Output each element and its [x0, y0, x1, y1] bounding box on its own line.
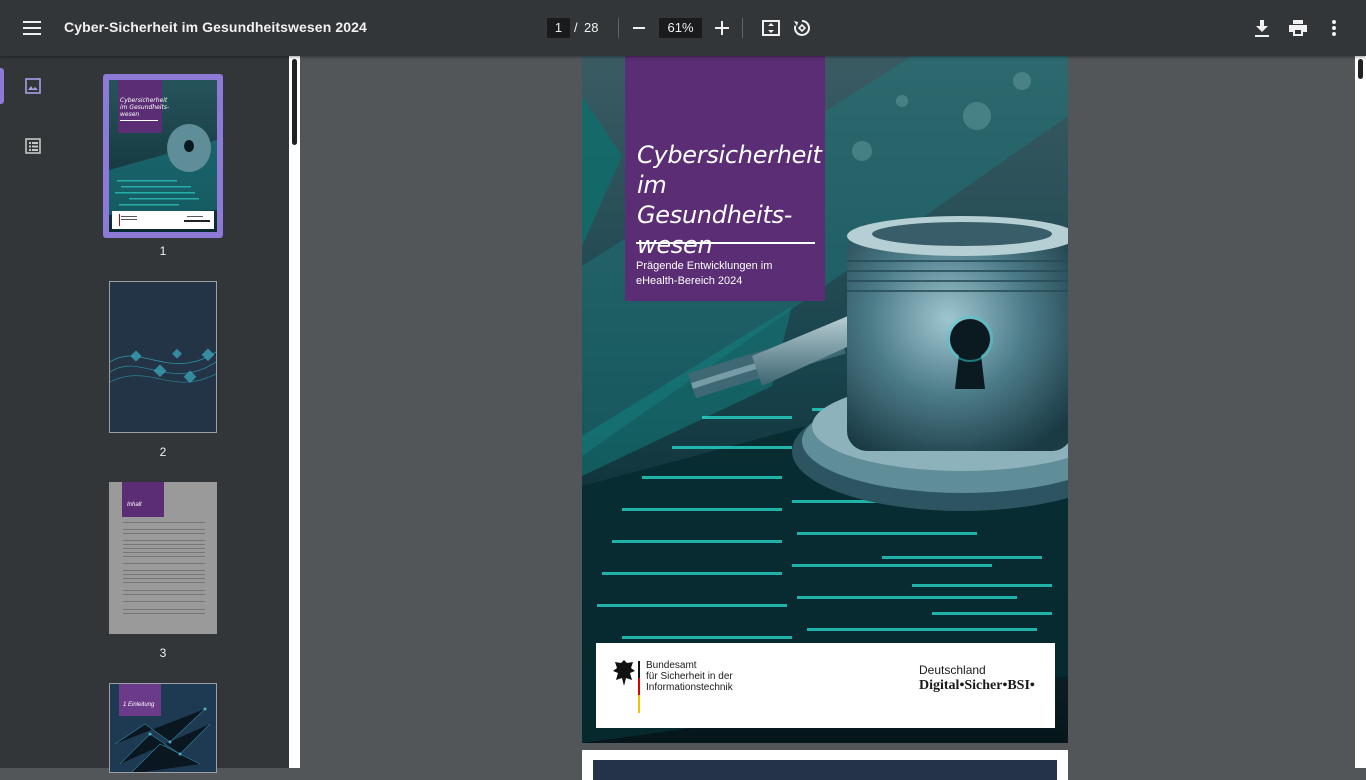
thumbnail-cover-image: Cybersicherheit im Gesundheits- wesen	[109, 80, 217, 232]
brand-main: Digital•Sicher•BSI•	[919, 678, 1035, 693]
cover-footer-logos: Bundesamt für Sicherheit in der Informat…	[596, 643, 1055, 728]
thumbnail-page-4[interactable]: 1 Einleitung	[109, 683, 217, 773]
cover-title-rule	[636, 242, 815, 244]
thumbnail-sidebar: Cybersicherheit im Gesundheits- wesen 1 …	[0, 56, 300, 773]
pdf-page-2	[582, 750, 1068, 780]
print-icon[interactable]	[1282, 12, 1314, 44]
sidebar-scrollbar[interactable]	[289, 56, 300, 768]
bsi-line: Bundesamt	[646, 660, 697, 671]
page-2-header-band	[593, 760, 1057, 780]
pdf-page-1: Cybersicherheit im Gesundheits- wesen Pr…	[582, 56, 1068, 743]
sidebar-rail	[0, 56, 66, 768]
fit-page-icon[interactable]	[755, 12, 787, 44]
thumbnails-icon[interactable]	[0, 68, 66, 104]
toolbar-divider	[618, 18, 619, 38]
thumbnail-page-4-image	[110, 684, 216, 772]
menu-icon[interactable]	[16, 12, 48, 44]
thumbnail-number: 1	[159, 244, 167, 258]
thumbnail-toc-lines	[123, 522, 205, 614]
flag-stripe-black	[638, 661, 640, 678]
cover-subtitle: Prägende Entwicklungen im eHealth-Bereic…	[636, 259, 816, 289]
document-title: Cyber-Sicherheit im Gesundheitswesen 202…	[64, 19, 367, 35]
thumbnail-page-2-image	[110, 282, 216, 432]
rotate-icon[interactable]	[786, 12, 818, 44]
viewer-scrollbar-thumb[interactable]	[1358, 59, 1363, 79]
thumbnail-number: 3	[159, 646, 167, 660]
page-number-input[interactable]	[547, 18, 570, 38]
eagle-icon	[613, 660, 635, 686]
svg-text:wesen: wesen	[120, 111, 139, 118]
zoom-input[interactable]	[659, 18, 702, 38]
pdf-toolbar: Cyber-Sicherheit im Gesundheitswesen 202…	[0, 0, 1366, 56]
outline-icon[interactable]	[0, 128, 66, 164]
download-icon[interactable]	[1246, 12, 1278, 44]
flag-stripe-red	[638, 678, 640, 695]
thumbnail-page-3[interactable]: Inhalt	[109, 482, 217, 634]
page-total: 28	[584, 20, 599, 35]
sidebar-scrollbar-thumb[interactable]	[292, 59, 297, 145]
svg-text:im Gesundheits-: im Gesundheits-	[120, 104, 169, 111]
viewer-scrollbar[interactable]	[1355, 56, 1366, 768]
page-separator: /	[574, 20, 578, 35]
bsi-line: für Sicherheit in der	[646, 671, 733, 682]
toolbar-divider	[742, 18, 743, 38]
cover-subtitle-line: eHealth-Bereich 2024	[636, 275, 743, 287]
flag-stripe-gold	[638, 695, 640, 713]
thumbnail-page-2[interactable]	[109, 281, 217, 433]
brand-top: Deutschland	[919, 663, 986, 677]
thumbnail-number: 2	[159, 445, 167, 459]
bsi-logo-text: Bundesamt für Sicherheit in der Informat…	[646, 660, 733, 693]
svg-text:Cybersicherheit: Cybersicherheit	[120, 97, 168, 104]
zoom-in-icon[interactable]	[706, 12, 738, 44]
cover-title-line: wesen	[637, 231, 713, 259]
cover-subtitle-line: Prägende Entwicklungen im	[636, 260, 773, 272]
bsi-line: Informationstechnik	[646, 682, 733, 693]
cover-title-line: im Gesundheits-	[637, 171, 793, 229]
more-vert-icon[interactable]	[1318, 12, 1350, 44]
zoom-out-icon[interactable]	[623, 12, 655, 44]
thumbnail-heading: 1 Einleitung	[123, 702, 155, 708]
cover-title-box: Cybersicherheit im Gesundheits- wesen Pr…	[625, 56, 825, 301]
thumbnail-page-1[interactable]: Cybersicherheit im Gesundheits- wesen	[103, 74, 223, 238]
cover-title-line: Cybersicherheit	[637, 141, 822, 169]
